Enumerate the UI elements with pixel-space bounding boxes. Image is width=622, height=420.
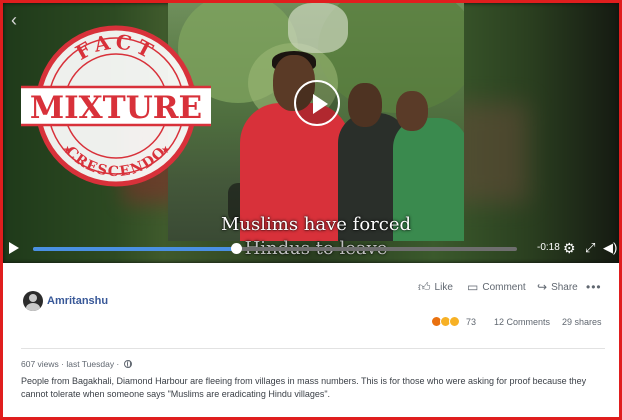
play-button[interactable] — [294, 80, 340, 126]
comments-count-link[interactable]: 12 Comments — [494, 317, 550, 327]
post-meta: 607 views · last Tuesday · — [21, 359, 133, 369]
more-options-icon[interactable]: ••• — [586, 280, 602, 294]
views-and-date: 607 views · last Tuesday · — [21, 359, 120, 369]
comment-icon: ▭ — [467, 280, 479, 294]
play-icon[interactable] — [9, 242, 19, 254]
volume-icon[interactable]: ◀) — [603, 240, 617, 256]
svg-text:★: ★ — [63, 145, 72, 156]
post-body-text: People from Bagakhali, Diamond Harbour a… — [21, 376, 587, 399]
gear-icon[interactable]: ⚙ — [563, 240, 576, 256]
progress-scrubber[interactable] — [231, 243, 243, 254]
comment-button[interactable]: ▭ Comment — [467, 280, 526, 294]
time-remaining: -0:18 — [537, 242, 560, 253]
post-panel: Amritanshu 👍︎ Like ▭ Comment ↪ Share •••… — [3, 263, 619, 417]
progress-fill — [33, 247, 237, 251]
globe-icon — [124, 360, 133, 368]
fact-check-stamp: FACT CRESCENDO MIXTURE ★ ★ — [21, 25, 211, 187]
stamp-main-text: MIXTURE — [30, 90, 202, 126]
like-label: Like — [434, 281, 453, 293]
author-name[interactable]: Amritanshu — [47, 295, 108, 307]
share-button[interactable]: ↪ Share — [537, 280, 578, 294]
progress-bar[interactable] — [33, 243, 517, 254]
video-controls: -0:18 ⚙ ⤢ ◀) — [3, 235, 619, 263]
share-label: Share — [551, 281, 578, 293]
wow-reaction-icon — [449, 316, 460, 327]
video-caption-line-1: Muslims have forced — [220, 214, 412, 235]
like-icon: 👍︎ — [418, 279, 431, 294]
reaction-summary[interactable]: 73 — [431, 316, 476, 327]
comment-label: Comment — [482, 281, 526, 293]
divider — [21, 348, 605, 349]
reaction-count: 73 — [466, 316, 477, 327]
person-head — [348, 83, 382, 127]
like-button[interactable]: 👍︎ Like — [418, 280, 453, 294]
sky-patch — [288, 3, 348, 53]
shares-count-link[interactable]: 29 shares — [562, 317, 602, 327]
share-icon: ↪ — [537, 280, 548, 294]
avatar[interactable] — [23, 291, 43, 311]
svg-text:★: ★ — [161, 145, 170, 156]
back-arrow-icon[interactable]: ‹ — [11, 11, 17, 29]
person-head — [396, 91, 428, 131]
video-player[interactable]: ‹ Muslims have forced Hindus to leave FA… — [3, 3, 619, 263]
expand-icon[interactable]: ⤢ — [585, 240, 595, 256]
